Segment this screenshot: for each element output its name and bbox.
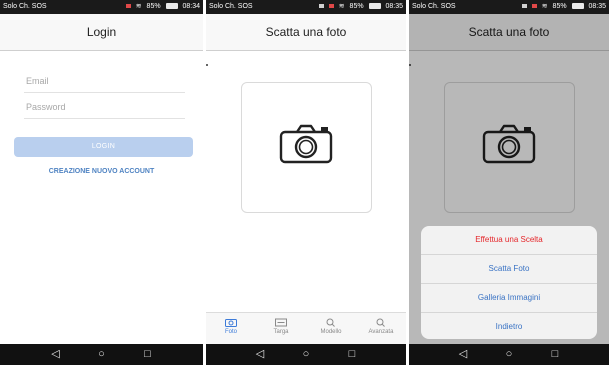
status-bar: Solo Ch. SOS ≋ 85% 08:35 <box>409 0 609 14</box>
battery-icon <box>368 3 381 10</box>
tab-targa[interactable]: Targa <box>256 313 306 345</box>
status-bar: Solo Ch. SOS ≋ 85% 08:35 <box>206 0 406 14</box>
create-account-link[interactable]: CREAZIONE NUOVO ACCOUNT <box>0 168 203 175</box>
carrier-label: Solo Ch. SOS <box>412 3 456 10</box>
photo-screen: Solo Ch. SOS ≋ 85% 08:35 Scatta una foto… <box>206 0 406 365</box>
photo-card[interactable] <box>241 82 372 213</box>
status-time: 08:34 <box>182 3 200 10</box>
photo-choice-screen: Solo Ch. SOS ≋ 85% 08:35 Scatta una foto… <box>409 0 609 365</box>
action-sheet-title: Effettua una Scelta <box>421 226 597 255</box>
login-screen: Solo Ch. SOS ≋ 85% 08:34 Login Email Pas… <box>0 0 203 365</box>
license-plate-icon <box>275 318 287 327</box>
battery-percent: 85% <box>349 3 364 10</box>
recents-icon[interactable]: □ <box>140 344 156 365</box>
sim-icon <box>521 4 527 9</box>
take-photo-option[interactable]: Scatta Foto <box>421 255 597 284</box>
notification-icon <box>328 4 334 9</box>
carrier-label: Solo Ch. SOS <box>209 3 253 10</box>
tab-avanzata[interactable]: Avanzata <box>356 313 406 345</box>
tab-foto[interactable]: Foto <box>206 313 256 345</box>
system-nav-bar: ◁ ○ □ <box>0 344 203 365</box>
battery-percent: 85% <box>552 3 567 10</box>
search-icon <box>376 318 385 327</box>
wifi-icon: ≋ <box>338 3 345 10</box>
recents-icon[interactable]: □ <box>344 344 360 365</box>
battery-icon <box>571 3 584 10</box>
back-icon[interactable]: ◁ <box>455 344 471 365</box>
back-icon[interactable]: ◁ <box>48 344 64 365</box>
wifi-icon: ≋ <box>135 3 142 10</box>
tab-label: Foto <box>224 329 237 335</box>
status-time: 08:35 <box>385 3 403 10</box>
sim-icon <box>318 4 324 9</box>
tab-label: Targa <box>273 329 289 335</box>
sim-icon <box>125 4 131 9</box>
battery-icon <box>165 3 178 10</box>
carrier-label: Solo Ch. SOS <box>3 3 47 10</box>
login-button[interactable]: LOGIN <box>14 137 193 157</box>
camera-icon <box>225 319 237 327</box>
back-icon[interactable]: ◁ <box>252 344 268 365</box>
email-field[interactable]: Email <box>24 70 185 93</box>
notification-icon <box>531 4 537 9</box>
home-icon[interactable]: ○ <box>94 344 110 365</box>
action-sheet: Effettua una Scelta Scatta Foto Galleria… <box>421 226 597 339</box>
tab-modello[interactable]: Modello <box>306 313 356 345</box>
tab-label: Modello <box>320 329 342 335</box>
system-nav-bar: ◁ ○ □ <box>206 344 406 365</box>
back-option[interactable]: Indietro <box>421 313 597 339</box>
system-nav-bar: ◁ ○ □ <box>409 344 609 365</box>
wifi-icon: ≋ <box>541 3 548 10</box>
status-time: 08:35 <box>588 3 606 10</box>
search-icon <box>326 318 335 327</box>
status-bar: Solo Ch. SOS ≋ 85% 08:34 <box>0 0 203 14</box>
home-icon[interactable]: ○ <box>501 344 517 365</box>
page-title: Scatta una foto <box>206 14 406 51</box>
image-gallery-option[interactable]: Galleria Immagini <box>421 284 597 313</box>
page-title: Login <box>0 14 203 51</box>
tab-bar: Foto Targa Modello Avanzata <box>206 312 406 345</box>
tab-label: Avanzata <box>368 329 394 335</box>
home-icon[interactable]: ○ <box>298 344 314 365</box>
camera-icon <box>279 124 333 164</box>
password-field[interactable]: Password <box>24 96 185 119</box>
recents-icon[interactable]: □ <box>547 344 563 365</box>
battery-percent: 85% <box>146 3 161 10</box>
